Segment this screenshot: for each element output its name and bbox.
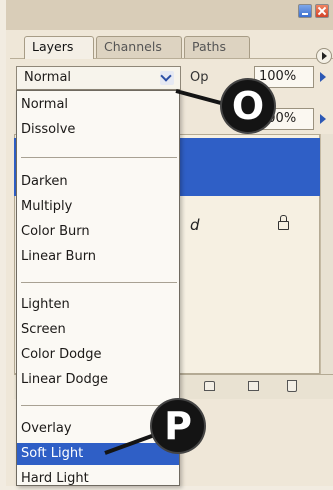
menu-item-lighten[interactable]: Lighten [21, 294, 177, 316]
menu-item-darken[interactable]: Darken [21, 171, 177, 193]
callout-p: P [152, 400, 204, 452]
fill-arrow-icon[interactable] [316, 109, 330, 129]
blend-mode-select[interactable]: Normal [16, 66, 181, 90]
menu-item-multiply[interactable]: Multiply [21, 196, 177, 218]
menu-separator [21, 282, 177, 283]
blend-mode-value: Normal [24, 70, 72, 85]
opacity-label: Op [190, 70, 209, 85]
menu-separator [21, 405, 177, 406]
tab-layers[interactable]: Layers [24, 36, 94, 59]
menu-separator [21, 157, 177, 158]
chevron-down-icon[interactable] [160, 71, 174, 85]
menu-item-soft-light[interactable]: Soft Light [17, 443, 179, 465]
menu-item-linear-burn[interactable]: Linear Burn [21, 246, 177, 268]
menu-item-dissolve[interactable]: Dissolve [21, 119, 177, 141]
menu-item-color-burn[interactable]: Color Burn [21, 221, 177, 243]
panel-menu-button[interactable] [316, 48, 332, 64]
new-layer-icon[interactable] [248, 381, 259, 391]
menu-item-linear-dodge[interactable]: Linear Dodge [21, 369, 177, 391]
close-button[interactable] [315, 4, 329, 18]
layer-list-scrollbar[interactable] [320, 134, 333, 374]
menu-item-color-dodge[interactable]: Color Dodge [21, 344, 177, 366]
tab-channels[interactable]: Channels [96, 36, 182, 58]
minimize-button[interactable] [298, 4, 312, 18]
layer-name[interactable]: d [190, 216, 200, 234]
folder-icon[interactable] [204, 381, 215, 391]
menu-item-screen[interactable]: Screen [21, 319, 177, 341]
panel-title-bar [6, 0, 333, 30]
callout-o: O [222, 80, 274, 132]
opacity-arrow-icon[interactable] [316, 67, 330, 87]
lock-icon [278, 215, 289, 230]
panel-tab-bar: Layers Channels Paths [10, 32, 333, 59]
tab-paths[interactable]: Paths [184, 36, 250, 58]
trash-icon[interactable] [287, 380, 297, 392]
menu-item-normal[interactable]: Normal [21, 94, 177, 116]
menu-item-hard-light[interactable]: Hard Light [21, 468, 177, 490]
